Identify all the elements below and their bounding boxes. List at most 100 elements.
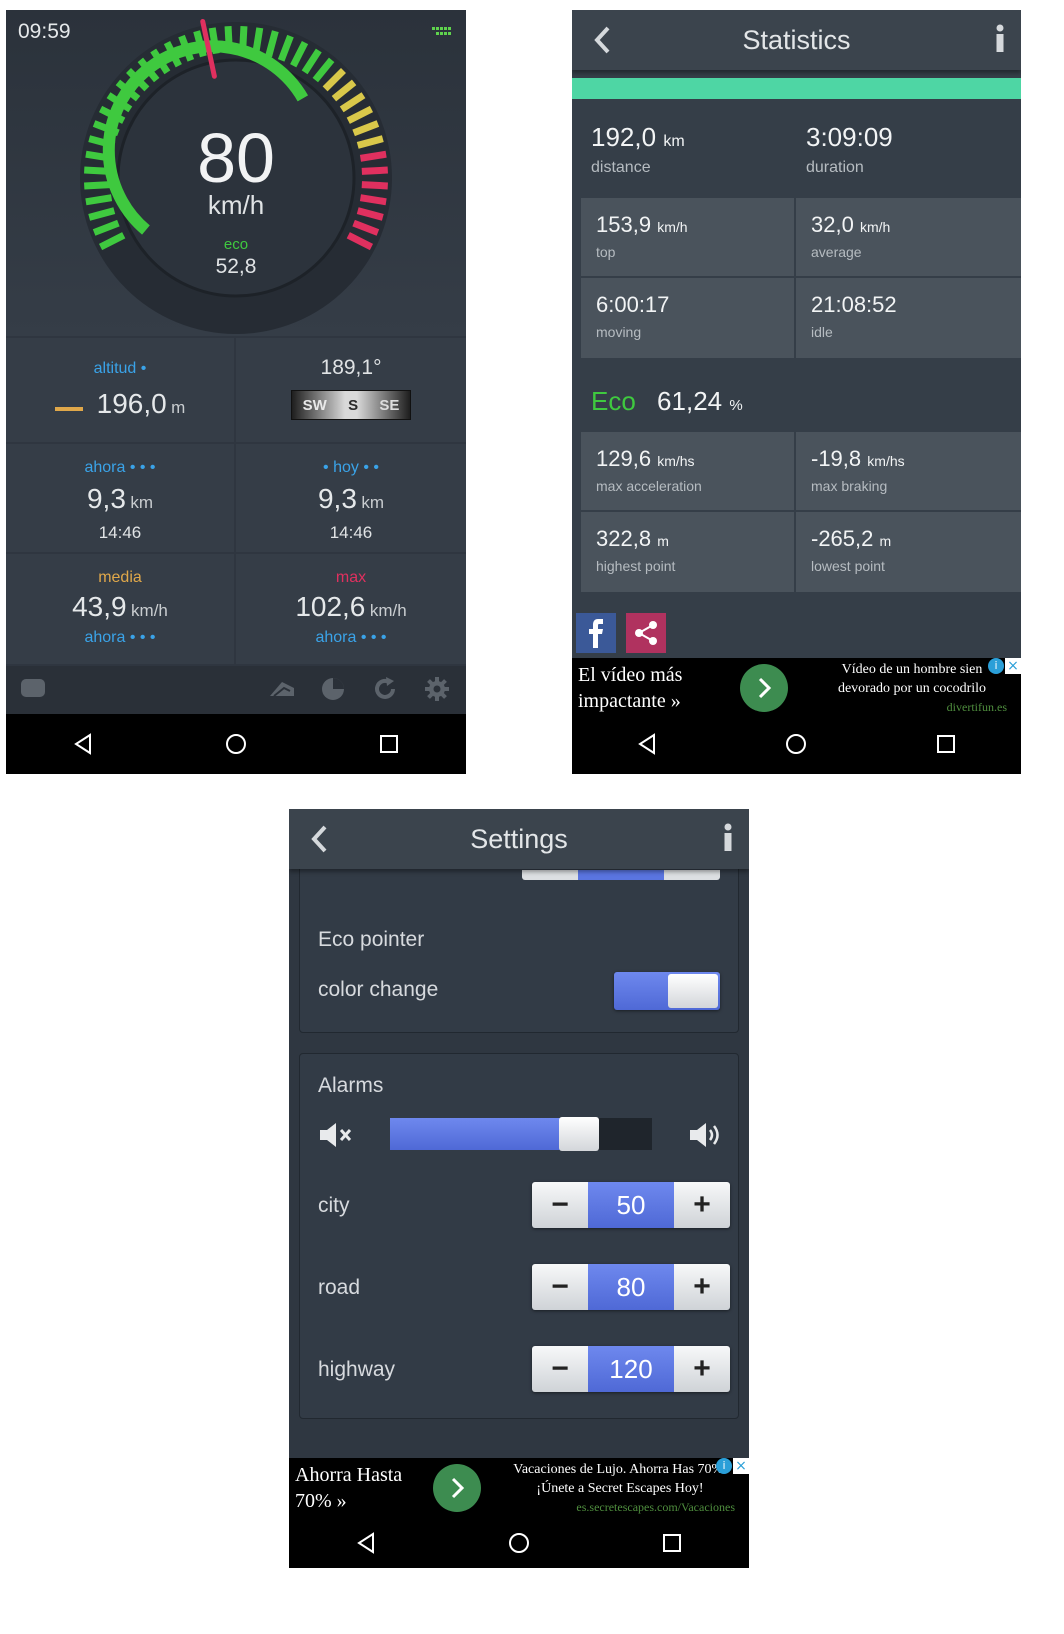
- bottom-toolbar: [6, 666, 466, 714]
- road-minus-button[interactable]: −: [532, 1264, 588, 1310]
- back-nav-icon[interactable]: [71, 732, 95, 756]
- back-nav-icon[interactable]: [354, 1531, 378, 1555]
- highway-value: 120: [588, 1346, 674, 1392]
- volume-slider[interactable]: [390, 1117, 652, 1151]
- page-title: Settings: [470, 823, 568, 854]
- alarms-section: Alarms city − 50 + road − 80 + highway −…: [299, 1053, 739, 1419]
- back-arrow-icon[interactable]: [309, 823, 329, 860]
- recents-nav-icon[interactable]: [934, 732, 958, 756]
- ad-info-icon[interactable]: i: [988, 658, 1004, 674]
- ad-close-icon[interactable]: ×: [1005, 658, 1021, 674]
- color-change-toggle[interactable]: [614, 972, 720, 1010]
- facebook-share-icon[interactable]: [576, 613, 616, 653]
- trip-now-cell[interactable]: ahora • • • 9,3 km 14:46: [6, 444, 234, 552]
- info-icon[interactable]: [995, 24, 1005, 59]
- city-plus-button[interactable]: +: [674, 1182, 730, 1228]
- now-label: ahora: [84, 459, 126, 476]
- max-brk-unit: km/hs: [867, 453, 905, 469]
- back-arrow-icon[interactable]: [592, 24, 612, 61]
- top-speed-stat: 153,9 km/h top: [581, 198, 794, 276]
- highway-minus-button[interactable]: −: [532, 1346, 588, 1392]
- road-plus-button[interactable]: +: [674, 1264, 730, 1310]
- eco-label: eco: [223, 236, 249, 253]
- ad-arrow-icon[interactable]: [740, 664, 788, 712]
- mute-icon[interactable]: [318, 1120, 354, 1155]
- share-icon[interactable]: [626, 613, 666, 653]
- max-acc-value: 129,6: [596, 446, 652, 471]
- page-title: Statistics: [742, 24, 851, 55]
- eco-stat: Eco 61,24 %: [591, 386, 743, 417]
- top-value: 153,9: [596, 212, 652, 237]
- ad-banner[interactable]: El vídeo más impactante » Vídeo de un ho…: [572, 658, 1021, 718]
- altitude-cell[interactable]: altitud • 196,0 m: [6, 338, 234, 442]
- home-nav-icon[interactable]: [507, 1531, 531, 1555]
- volume-knob[interactable]: [558, 1117, 599, 1151]
- speed-value: 80: [197, 119, 275, 197]
- idle-time-stat: 21:08:52 idle: [796, 278, 1021, 358]
- volume-icon[interactable]: [688, 1120, 724, 1155]
- recents-nav-icon[interactable]: [377, 732, 401, 756]
- home-nav-icon[interactable]: [224, 732, 248, 756]
- city-stepper[interactable]: − 50 +: [532, 1182, 730, 1228]
- lowest-value: -265,2: [811, 526, 874, 551]
- duration-value: 3:09:09: [806, 122, 893, 152]
- highest-label: highest point: [596, 558, 676, 574]
- pie-chart-icon[interactable]: [320, 676, 346, 707]
- info-icon[interactable]: [723, 823, 733, 858]
- city-value: 50: [588, 1182, 674, 1228]
- ad-close-icon[interactable]: ×: [733, 1458, 749, 1474]
- city-minus-button[interactable]: −: [532, 1182, 588, 1228]
- back-nav-icon[interactable]: [635, 732, 659, 756]
- eco-pointer-label: Eco pointer: [318, 928, 425, 951]
- altitude-value: 196,0: [96, 388, 167, 419]
- recents-nav-icon[interactable]: [660, 1531, 684, 1555]
- ad-banner[interactable]: Ahorra Hasta 70% » Vacaciones de Lujo. A…: [289, 1458, 749, 1518]
- now-distance: 9,3: [86, 483, 126, 514]
- altitude-trend-icon: [54, 406, 83, 411]
- max-label: max: [335, 569, 367, 586]
- toggle-knob[interactable]: [668, 974, 718, 1008]
- avg-label: media: [98, 569, 142, 586]
- speed-unit: km/h: [207, 190, 265, 220]
- distance-stat: 192,0 km distance: [591, 122, 685, 177]
- eco-unit: %: [729, 397, 743, 414]
- database-icon[interactable]: [20, 676, 46, 705]
- ad-arrow-icon[interactable]: [433, 1464, 481, 1512]
- lowest-label: lowest point: [811, 558, 885, 574]
- ad-info-icon[interactable]: i: [716, 1458, 732, 1474]
- today-distance: 9,3: [317, 483, 357, 514]
- heading-value: 189,1°: [320, 356, 382, 379]
- today-unit: km: [361, 493, 385, 512]
- road-icon[interactable]: [268, 676, 296, 705]
- settings-titlebar: Settings: [289, 809, 749, 869]
- distance-label: distance: [591, 159, 651, 176]
- max-brk-value: -19,8: [811, 446, 862, 471]
- altitude-unit: m: [171, 398, 186, 417]
- today-time: 14:46: [329, 523, 373, 542]
- max-speed-cell[interactable]: max 102,6 km/h ahora • • •: [236, 554, 466, 664]
- trip-today-cell[interactable]: • hoy • • 9,3 km 14:46: [236, 444, 466, 552]
- idle-label: idle: [811, 324, 833, 340]
- max-acc-unit: km/hs: [657, 453, 695, 469]
- distance-value: 192,0: [591, 122, 657, 152]
- duration-stat: 3:09:09 duration: [806, 122, 893, 177]
- highway-plus-button[interactable]: +: [674, 1346, 730, 1392]
- eco-value: 52,8: [215, 255, 257, 278]
- refresh-icon[interactable]: [372, 676, 398, 707]
- average-speed-cell[interactable]: media 43,9 km/h ahora • • •: [6, 554, 234, 664]
- ad-right-text: Vacaciones de Lujo. Ahorra Has 70%. ¡Úne…: [513, 1462, 727, 1496]
- gear-icon[interactable]: [424, 676, 450, 707]
- altitude-label: altitud: [93, 360, 137, 377]
- now-time: 14:46: [98, 523, 142, 542]
- color-change-label: color change: [318, 978, 439, 1001]
- highest-unit: m: [657, 533, 669, 549]
- heading-cell[interactable]: 189,1° SW S SE: [236, 338, 466, 442]
- max-sub: ahora: [315, 629, 357, 646]
- road-value: 80: [588, 1264, 674, 1310]
- top-unit: km/h: [657, 219, 688, 235]
- max-brk-label: max braking: [811, 478, 888, 494]
- highway-stepper[interactable]: − 120 +: [532, 1346, 730, 1392]
- road-stepper[interactable]: − 80 +: [532, 1264, 730, 1310]
- home-nav-icon[interactable]: [784, 732, 808, 756]
- avg-unit: km/h: [131, 601, 168, 620]
